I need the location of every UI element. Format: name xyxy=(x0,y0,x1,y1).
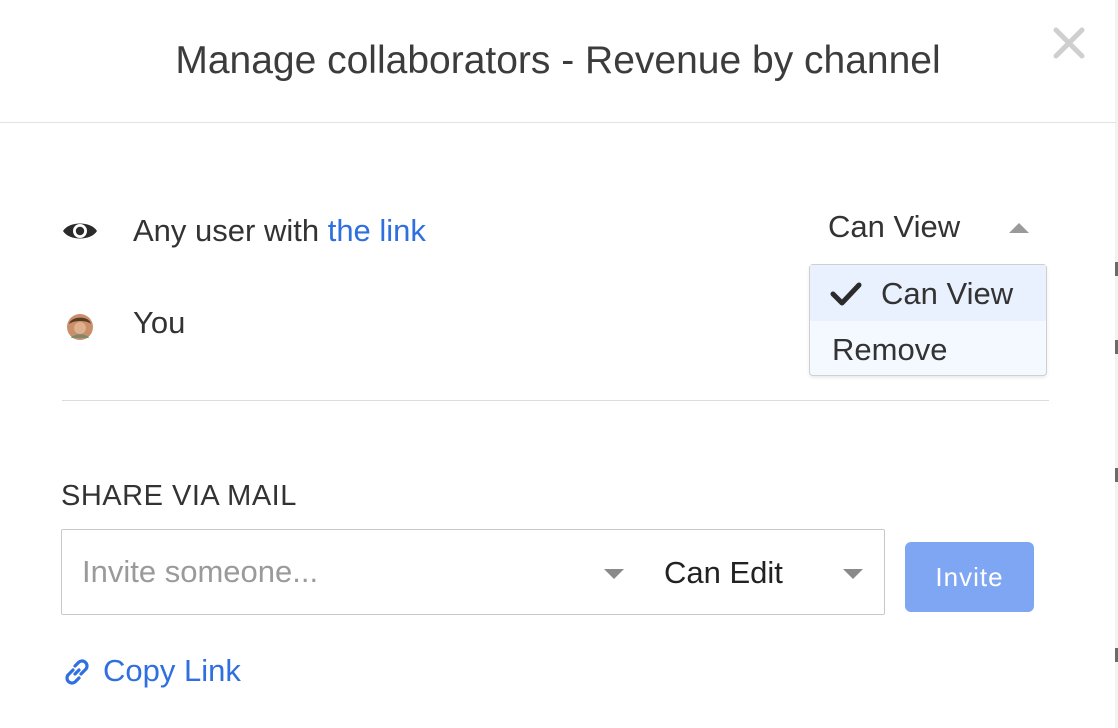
close-button[interactable] xyxy=(1050,24,1088,62)
link-icon xyxy=(65,659,89,685)
dropdown-option-remove[interactable]: Remove xyxy=(810,321,1046,377)
invite-box: Can Edit xyxy=(61,529,885,615)
avatar xyxy=(67,314,93,340)
caret-down-icon[interactable] xyxy=(604,569,624,579)
the-link[interactable]: the link xyxy=(328,213,426,248)
invite-button[interactable]: Invite xyxy=(905,542,1034,612)
dropdown-option-label: Remove xyxy=(832,332,948,367)
modal-header: Manage collaborators - Revenue by channe… xyxy=(0,0,1116,123)
caret-up-icon xyxy=(1009,223,1029,233)
role-select-value: Can Edit xyxy=(664,555,783,590)
link-access-prefix: Any user with xyxy=(133,213,328,248)
eye-icon xyxy=(63,223,97,239)
share-via-mail-heading: SHARE VIA MAIL xyxy=(61,480,297,512)
dropdown-option-can-view[interactable]: Can View xyxy=(810,265,1046,321)
caret-down-icon xyxy=(843,569,863,579)
invite-input[interactable] xyxy=(82,550,582,594)
dropdown-option-label: Can View xyxy=(881,276,1014,311)
link-permission-value: Can View xyxy=(828,209,961,244)
divider xyxy=(62,400,1049,401)
role-select[interactable]: Can Edit xyxy=(662,548,863,596)
collaborator-name: You xyxy=(133,305,186,340)
link-permission-select[interactable]: Can View xyxy=(828,205,1038,251)
link-access-label: Any user with the link xyxy=(133,212,426,250)
modal-title: Manage collaborators - Revenue by channe… xyxy=(175,39,941,82)
close-icon xyxy=(1053,27,1085,59)
check-icon xyxy=(830,282,862,306)
permission-dropdown: Can View Remove xyxy=(809,264,1047,376)
copy-link-label: Copy Link xyxy=(103,653,241,688)
